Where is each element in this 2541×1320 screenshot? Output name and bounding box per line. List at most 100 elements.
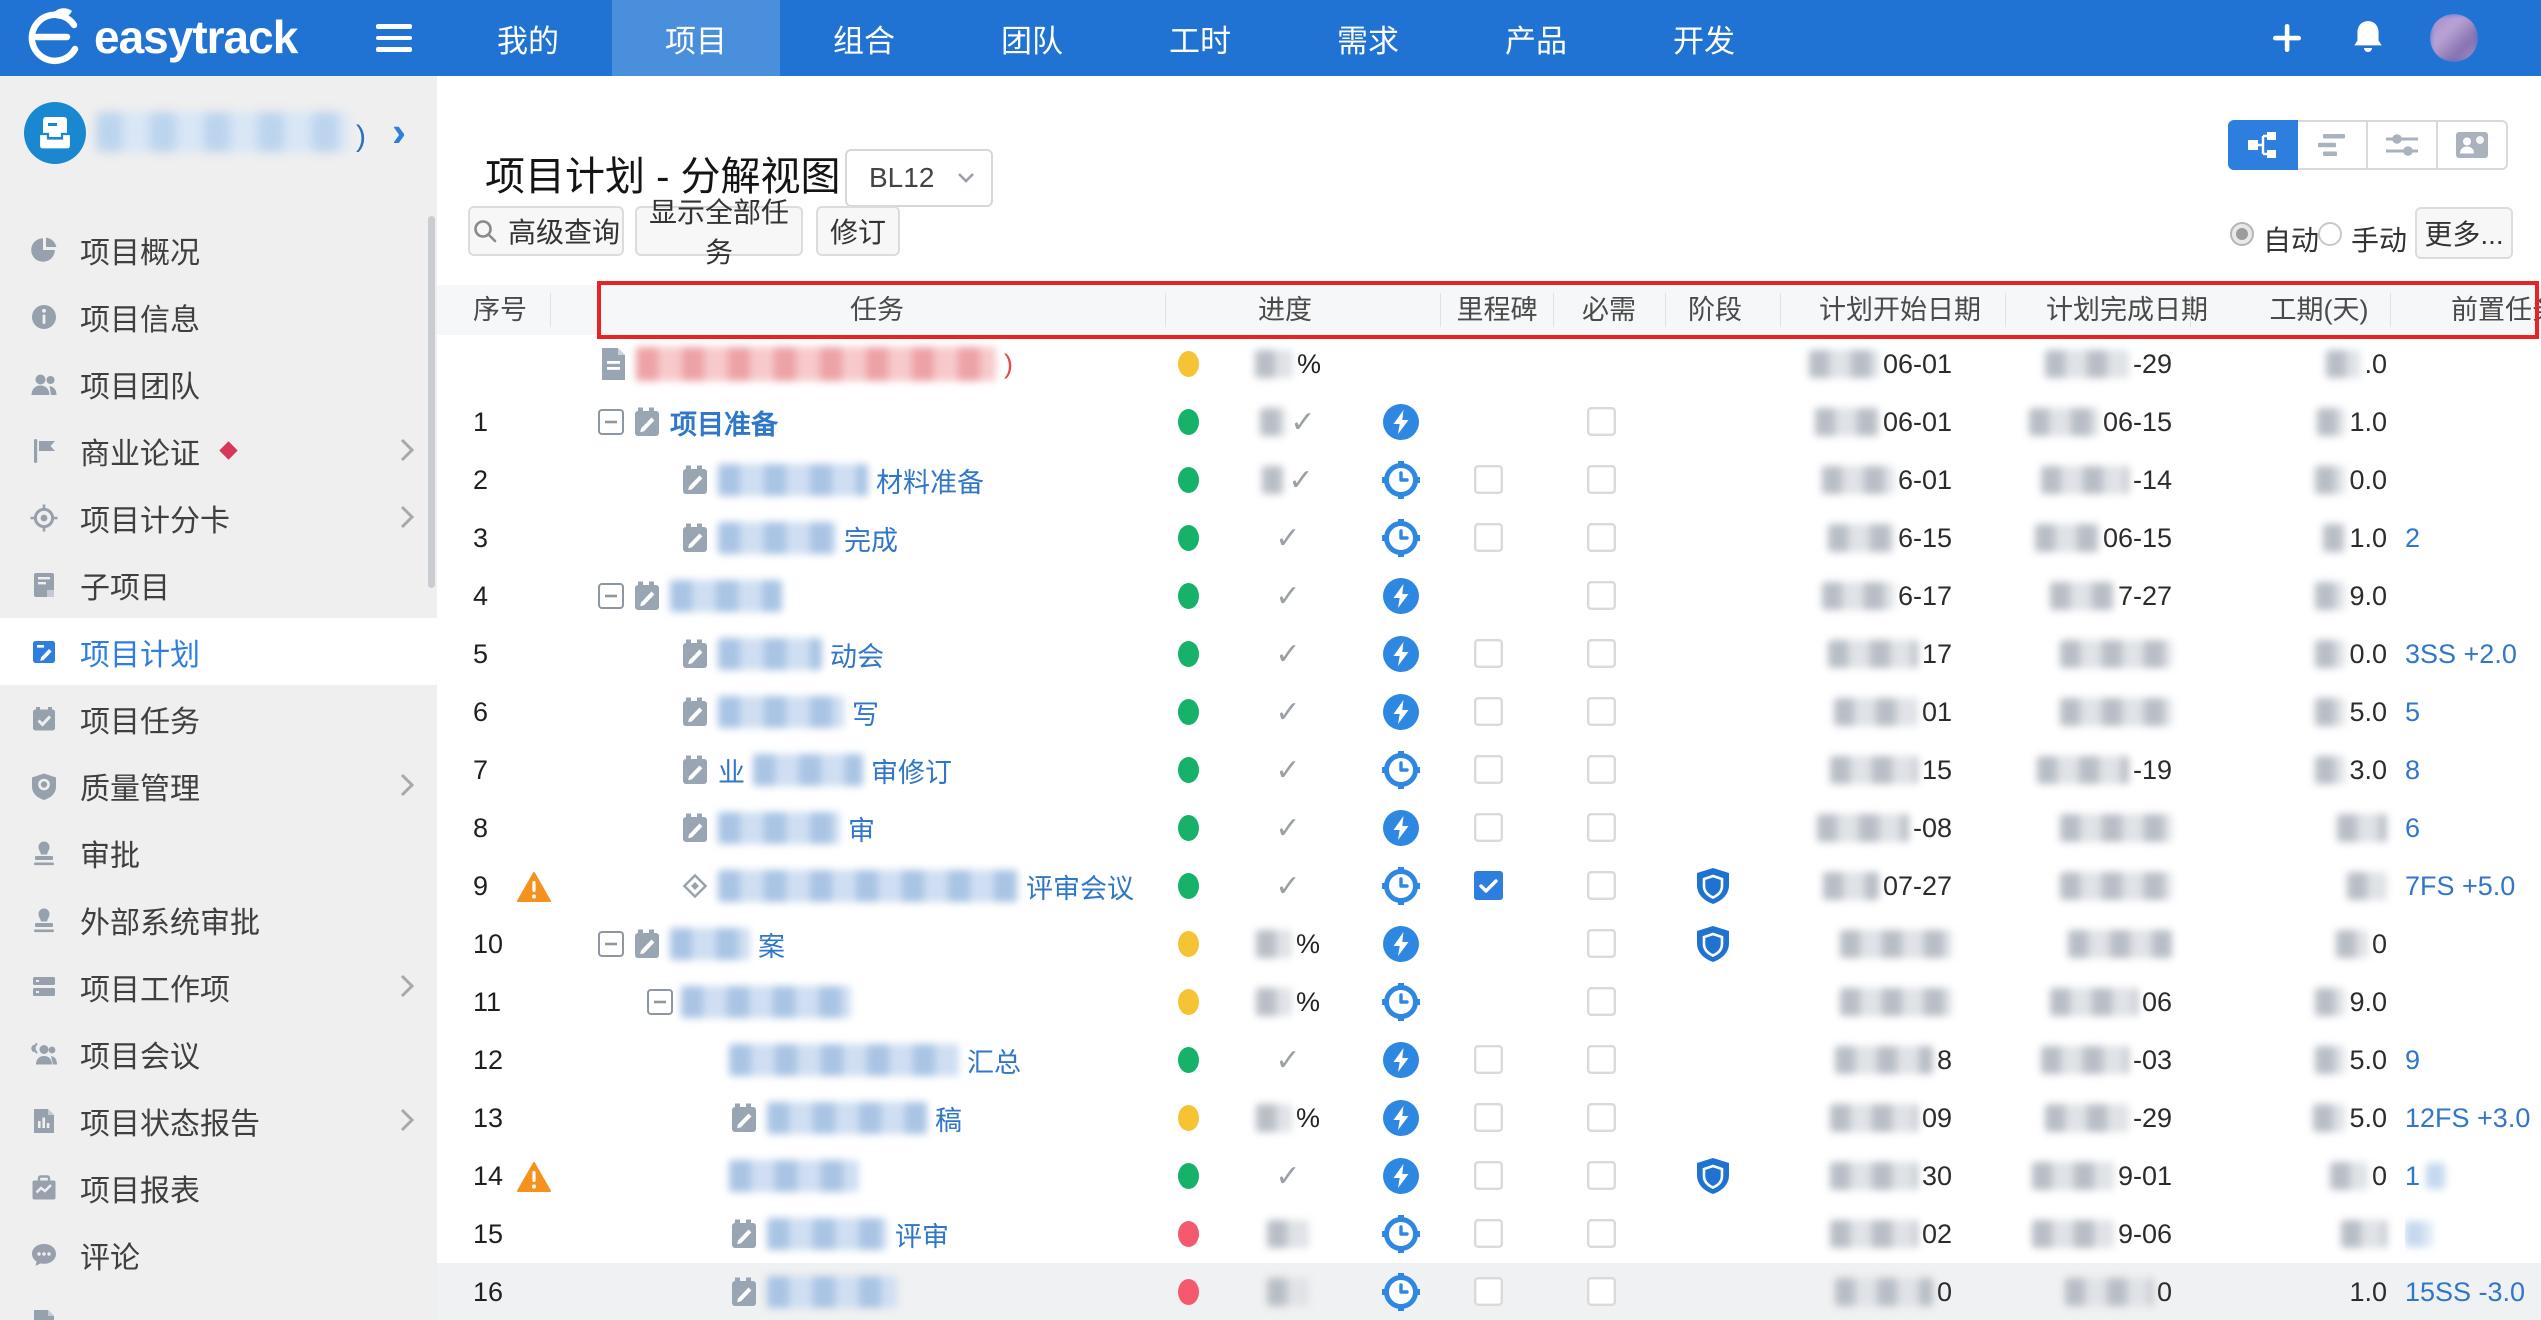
table-row[interactable]: 2材料准备✓6-01-140.0 <box>437 451 2541 510</box>
predecessor-cell[interactable]: 5 <box>2405 683 2539 741</box>
nav-item[interactable]: 开发 <box>1620 0 1788 76</box>
required-checkbox[interactable] <box>1587 465 1616 494</box>
more-button[interactable]: 更多... <box>2415 207 2513 259</box>
table-row[interactable]: 7业审修订✓15-193.08 <box>437 741 2541 800</box>
predecessor-cell[interactable]: 3SS +2.0 <box>2405 625 2539 683</box>
chevron-right-icon[interactable] <box>399 772 415 806</box>
required-checkbox[interactable] <box>1587 813 1616 842</box>
task-link[interactable]: 完成 <box>844 519 898 558</box>
table-row[interactable]: 12汇总✓8-035.09 <box>437 1031 2541 1090</box>
nav-item[interactable]: 工时 <box>1116 0 1284 76</box>
required-checkbox[interactable] <box>1587 1045 1616 1074</box>
sidebar-item[interactable]: 项目计分卡 <box>0 484 437 551</box>
milestone-checkbox[interactable] <box>1474 465 1503 494</box>
view-toggle[interactable] <box>2228 120 2298 170</box>
nav-item[interactable]: 团队 <box>948 0 1116 76</box>
required-checkbox[interactable] <box>1587 755 1616 784</box>
sidebar-item[interactable]: 项目状态报告 <box>0 1087 437 1154</box>
required-checkbox[interactable] <box>1587 871 1616 900</box>
sidebar-item[interactable]: 项目报表 <box>0 1154 437 1221</box>
table-row[interactable]: 5动会✓170.03SS +2.0 <box>437 625 2541 684</box>
table-row[interactable]: 10案%0 <box>437 915 2541 974</box>
table-row[interactable]: 9评审会议✓07-277FS +5.0 <box>437 857 2541 916</box>
sidebar-scrollbar[interactable] <box>428 216 435 588</box>
view-toggle[interactable] <box>2438 120 2508 170</box>
required-checkbox[interactable] <box>1587 1277 1616 1306</box>
task-link[interactable]: 业 <box>718 751 745 790</box>
required-checkbox[interactable] <box>1587 1219 1616 1248</box>
predecessor-link[interactable]: 2 <box>2405 523 2420 554</box>
sidebar-item[interactable]: 项目任务 <box>0 685 437 752</box>
milestone-checkbox[interactable] <box>1474 697 1503 726</box>
chevron-right-icon[interactable] <box>399 1107 415 1141</box>
table-row[interactable]: 3完成✓6-1506-151.02 <box>437 509 2541 568</box>
nav-item[interactable]: 组合 <box>780 0 948 76</box>
view-toggle[interactable] <box>2368 120 2438 170</box>
sidebar-item[interactable]: 商业论证 <box>0 417 437 484</box>
milestone-checkbox[interactable] <box>1474 523 1503 552</box>
milestone-checkbox[interactable] <box>1474 1103 1503 1132</box>
easytrack-logo[interactable]: easytrack <box>22 8 297 66</box>
milestone-checkbox[interactable] <box>1474 1045 1503 1074</box>
task-link[interactable]: 写 <box>852 693 879 732</box>
sidebar-item[interactable]: 项目工作项 <box>0 953 437 1020</box>
nav-item[interactable]: 需求 <box>1284 0 1452 76</box>
predecessor-cell[interactable]: 9 <box>2405 1031 2539 1089</box>
predecessor-link[interactable]: 3SS +2.0 <box>2405 639 2517 670</box>
required-checkbox[interactable] <box>1587 929 1616 958</box>
predecessor-link[interactable]: 5 <box>2405 697 2420 728</box>
menu-icon[interactable] <box>376 24 412 52</box>
sidebar-item[interactable]: 项目信息 <box>0 283 437 350</box>
table-row[interactable]: 14✓309-0101 <box>437 1147 2541 1206</box>
advanced-query-button[interactable]: 高级查询 <box>468 206 624 256</box>
table-row[interactable]: 11%069.0 <box>437 973 2541 1032</box>
predecessor-link[interactable]: 8 <box>2405 755 2420 786</box>
task-link[interactable]: 评审 <box>895 1215 949 1254</box>
table-row[interactable]: 1项目准备✓06-0106-151.0 <box>437 393 2541 452</box>
sidebar-item[interactable]: 项目概况 <box>0 216 437 283</box>
chevron-right-icon[interactable] <box>399 504 415 538</box>
table-row[interactable]: )%06-01-29.0 <box>437 335 2541 394</box>
task-link[interactable]: 材料准备 <box>876 461 984 500</box>
task-link[interactable]: 项目准备 <box>670 403 778 442</box>
sidebar-item[interactable]: 项目团队 <box>0 350 437 417</box>
required-checkbox[interactable] <box>1587 639 1616 668</box>
sidebar-item[interactable]: 审批 <box>0 819 437 886</box>
collapse-toggle-icon[interactable] <box>647 989 673 1015</box>
sidebar-item[interactable]: 项目计划 <box>0 618 437 685</box>
required-checkbox[interactable] <box>1587 1103 1616 1132</box>
required-checkbox[interactable] <box>1587 987 1616 1016</box>
task-link[interactable]: 审修订 <box>871 751 952 790</box>
table-row[interactable]: 4✓6-177-279.0 <box>437 567 2541 626</box>
sidebar-item[interactable]: 质量管理 <box>0 752 437 819</box>
view-toggle[interactable] <box>2298 120 2368 170</box>
chevron-right-icon[interactable] <box>399 973 415 1007</box>
manual-schedule-radio[interactable] <box>2318 222 2342 246</box>
predecessor-cell[interactable]: 8 <box>2405 741 2539 799</box>
predecessor-link[interactable]: 15SS -3.0 <box>2405 1277 2525 1308</box>
task-link[interactable]: 动会 <box>830 635 884 674</box>
nav-item[interactable]: 我的 <box>444 0 612 76</box>
predecessor-link[interactable]: 6 <box>2405 813 2420 844</box>
predecessor-cell[interactable]: 2 <box>2405 509 2539 567</box>
predecessor-link[interactable]: 1 <box>2405 1161 2420 1192</box>
sidebar-item[interactable]: 子项目 <box>0 551 437 618</box>
required-checkbox[interactable] <box>1587 407 1616 436</box>
predecessor-cell[interactable]: 6 <box>2405 799 2539 857</box>
required-checkbox[interactable] <box>1587 697 1616 726</box>
nav-item[interactable]: 项目 <box>612 0 780 76</box>
milestone-checkbox[interactable] <box>1474 755 1503 784</box>
task-link[interactable]: ) <box>1004 349 1013 380</box>
milestone-checkbox[interactable] <box>1474 871 1503 900</box>
predecessor-link[interactable]: 12FS +3.0 <box>2405 1103 2530 1134</box>
sidebar-item[interactable] <box>0 1288 437 1320</box>
milestone-checkbox[interactable] <box>1474 1277 1503 1306</box>
milestone-checkbox[interactable] <box>1474 813 1503 842</box>
table-row[interactable]: 16001.015SS -3.0 <box>437 1263 2541 1320</box>
milestone-checkbox[interactable] <box>1474 1219 1503 1248</box>
show-all-tasks-button[interactable]: 显示全部任务 <box>635 206 803 256</box>
milestone-checkbox[interactable] <box>1474 639 1503 668</box>
baseline-select[interactable]: BL12 <box>845 149 993 207</box>
predecessor-cell[interactable]: 15SS -3.0 <box>2405 1263 2539 1320</box>
collapse-toggle-icon[interactable] <box>598 583 624 609</box>
